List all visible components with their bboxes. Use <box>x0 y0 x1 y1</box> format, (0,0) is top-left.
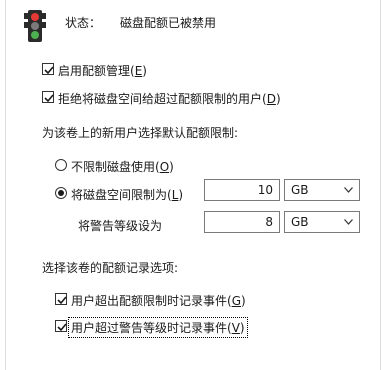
checkmark-icon <box>57 296 67 305</box>
chevron-down-icon <box>344 187 353 193</box>
log-over-warning-close: ) <box>239 321 245 335</box>
deny-space-access-key: D <box>266 92 276 106</box>
checkmark-icon <box>57 323 67 332</box>
enable-quota-close: ) <box>142 64 147 78</box>
limit-label[interactable]: 将磁盘空间限制为(L) <box>71 186 183 203</box>
log-over-limit-access-key: G <box>231 294 241 308</box>
dialog-right-border <box>380 0 381 370</box>
limit-text: 将磁盘空间限制为( <box>71 188 172 202</box>
warning-unit-select[interactable]: GB <box>284 211 360 233</box>
log-over-limit-close: ) <box>241 294 246 308</box>
no-limit-access-key: O <box>159 160 170 174</box>
limit-unit-value: GB <box>291 183 309 197</box>
warning-unit-value: GB <box>291 215 309 229</box>
log-over-limit-text: 用户超出配额限制时记录事件( <box>71 294 232 308</box>
checkmark-icon <box>44 66 54 75</box>
dialog-left-border <box>5 0 6 370</box>
enable-quota-text: 启用配额管理( <box>58 64 135 78</box>
checkmark-icon <box>44 94 54 103</box>
no-limit-text: 不限制磁盘使用( <box>71 160 160 174</box>
warning-value-input[interactable]: 8 <box>204 211 280 233</box>
log-over-limit-checkbox[interactable] <box>55 293 67 305</box>
log-over-warning-text: 用户超过警告等级时记录事件( <box>71 321 232 335</box>
limit-unit-select[interactable]: GB <box>284 179 360 201</box>
chevron-down-icon <box>344 219 353 225</box>
limit-close: ) <box>178 188 184 202</box>
traffic-light-icon <box>24 10 46 42</box>
deny-space-text: 拒绝将磁盘空间给超过配额限制的用户( <box>58 92 267 106</box>
deny-space-label[interactable]: 拒绝将磁盘空间给超过配额限制的用户(D) <box>58 90 281 107</box>
enable-quota-checkbox[interactable] <box>42 63 54 75</box>
log-over-limit-label[interactable]: 用户超出配额限制时记录事件(G) <box>71 292 246 309</box>
no-limit-label[interactable]: 不限制磁盘使用(O) <box>71 158 174 175</box>
log-over-warning-access-key: V <box>231 321 240 335</box>
deny-space-close: ) <box>275 92 281 106</box>
no-limit-close: ) <box>169 160 174 174</box>
radio-selected-dot <box>58 190 64 196</box>
status-value: 磁盘配额已被禁用 <box>120 16 217 30</box>
log-over-warning-checkbox[interactable] <box>55 320 67 332</box>
enable-quota-label[interactable]: 启用配额管理(E) <box>58 62 147 79</box>
warning-label: 将警告等级设为 <box>78 219 163 233</box>
limit-radio[interactable] <box>55 187 67 199</box>
logging-heading: 选择该卷的配额记录选项: <box>42 261 179 275</box>
log-over-warning-label[interactable]: 用户超过警告等级时记录事件(V) <box>68 317 248 338</box>
deny-space-checkbox[interactable] <box>42 91 54 103</box>
limit-value-input[interactable]: 10 <box>204 179 280 201</box>
status-label: 状态： <box>65 16 102 30</box>
no-limit-radio[interactable] <box>55 159 67 171</box>
default-limit-heading: 为该卷上的新用户选择默认配额限制: <box>42 126 239 140</box>
